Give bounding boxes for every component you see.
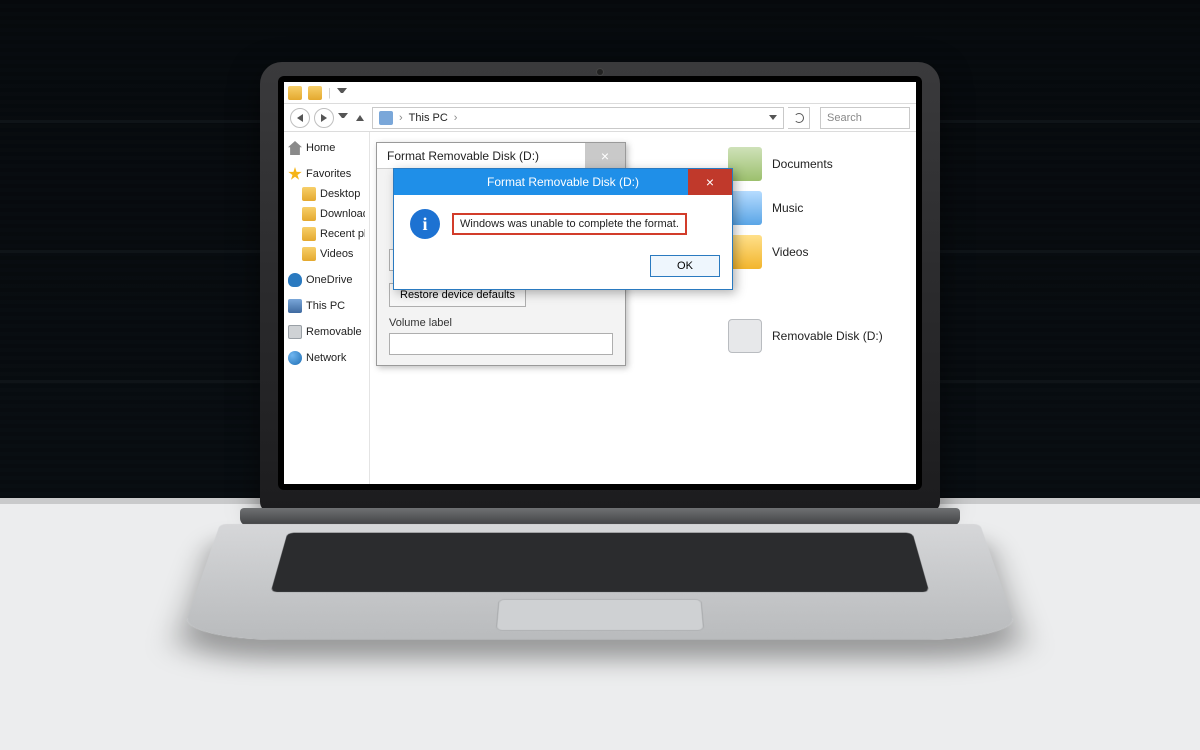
format-close-button[interactable]: × [585, 143, 625, 169]
close-icon: × [601, 148, 609, 164]
library-music[interactable]: Music [728, 186, 908, 230]
sidebar-desktop[interactable]: Desktop [288, 184, 365, 204]
drive-label: Removable Disk (D:) [772, 329, 883, 343]
error-dialog-title: Format Removable Disk (D:) [487, 175, 639, 189]
sidebar-favorites[interactable]: Favorites [288, 164, 365, 184]
sidebar-item-label: Favorites [306, 168, 351, 180]
breadcrumb-sep: › [454, 112, 458, 124]
sidebar-recent[interactable]: Recent places [288, 224, 365, 244]
laptop: | › This PC › [260, 62, 940, 694]
back-button[interactable] [290, 108, 310, 128]
webcam-icon [597, 69, 603, 75]
library-label: Music [772, 201, 803, 215]
format-dialog-title: Format Removable Disk (D:) [387, 149, 539, 163]
close-icon: × [706, 174, 714, 190]
sidebar-network[interactable]: Network [288, 348, 365, 368]
sidebar-item-label: Network [306, 352, 346, 364]
address-bar[interactable]: › This PC › [372, 107, 784, 129]
sidebar-downloads[interactable]: Downloads [288, 204, 365, 224]
ok-button[interactable]: OK [650, 255, 720, 277]
volume-label-input[interactable] [389, 333, 613, 355]
chevron-down-icon[interactable] [337, 88, 347, 98]
sidebar-removable[interactable]: Removable Disk (D:) [288, 322, 365, 342]
format-dialog-titlebar[interactable]: Format Removable Disk (D:) × [377, 143, 625, 169]
refresh-button[interactable] [788, 107, 810, 129]
sidebar-onedrive[interactable]: OneDrive [288, 270, 365, 290]
sidebar-item-label: Recent places [320, 228, 365, 240]
sidebar-home[interactable]: Home [288, 138, 365, 158]
sidebar-item-label: Home [306, 142, 335, 154]
folder-icon [308, 86, 322, 100]
sidebar-thispc[interactable]: This PC [288, 296, 365, 316]
sidebar-item-label: Videos [320, 248, 353, 260]
volume-label-text: Volume label [389, 317, 613, 329]
drive-removable[interactable]: Removable Disk (D:) [728, 314, 908, 358]
library-videos[interactable]: Videos [728, 230, 908, 274]
sidebar-item-label: OneDrive [306, 274, 352, 286]
sidebar: Home Favorites Desktop Downloads Recent … [284, 132, 370, 484]
error-dialog: Format Removable Disk (D:) × i Windows w… [393, 168, 733, 290]
sidebar-item-label: Desktop [320, 188, 360, 200]
error-message: Windows was unable to complete the forma… [452, 213, 687, 235]
search-box[interactable]: Search [820, 107, 910, 129]
titlebar-divider: | [328, 87, 331, 99]
error-close-button[interactable]: × [688, 169, 732, 195]
pc-icon [379, 111, 393, 125]
forward-button[interactable] [314, 108, 334, 128]
videos-icon [728, 235, 762, 269]
trackpad [496, 599, 705, 631]
search-placeholder: Search [827, 112, 862, 124]
library-label: Documents [772, 157, 833, 171]
file-explorer-window: | › This PC › [284, 82, 916, 484]
sidebar-item-label: Removable Disk (D:) [306, 326, 365, 338]
screen: | › This PC › [284, 82, 916, 484]
app-icon [288, 86, 302, 100]
nav-toolbar: › This PC › Search [284, 104, 916, 132]
breadcrumb-sep: › [399, 112, 403, 124]
documents-icon [728, 147, 762, 181]
up-button[interactable] [352, 110, 368, 126]
info-icon: i [410, 209, 440, 239]
history-chevron-icon[interactable] [338, 113, 348, 123]
address-chevron-icon[interactable] [769, 115, 777, 120]
breadcrumb-root[interactable]: This PC [409, 112, 448, 124]
sidebar-videos[interactable]: Videos [288, 244, 365, 264]
removable-disk-icon [728, 319, 762, 353]
error-dialog-titlebar[interactable]: Format Removable Disk (D:) × [394, 169, 732, 195]
laptop-deck [180, 524, 1020, 640]
library-label: Videos [772, 245, 808, 259]
sidebar-item-label: Downloads [320, 208, 365, 220]
window-titlebar: | [284, 82, 916, 104]
keyboard [271, 533, 930, 592]
refresh-icon [794, 113, 804, 123]
music-icon [728, 191, 762, 225]
sidebar-item-label: This PC [306, 300, 345, 312]
library-documents[interactable]: Documents [728, 142, 908, 186]
